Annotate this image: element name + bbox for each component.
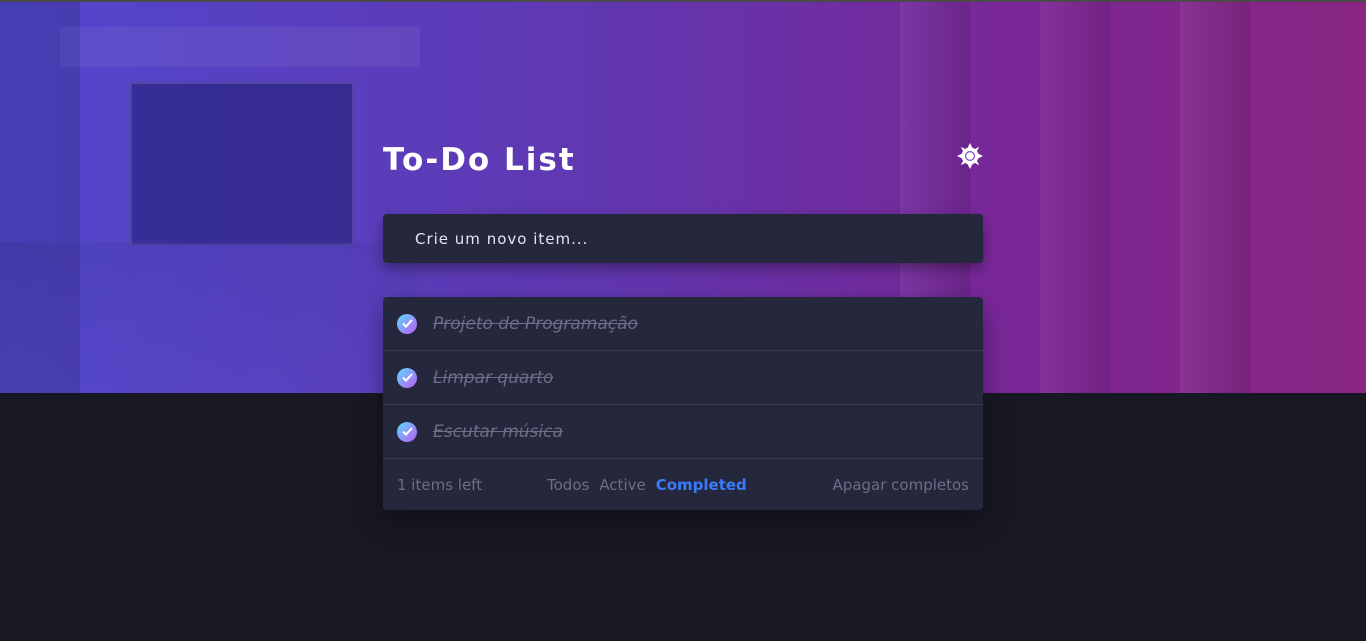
todo-checkbox[interactable] [397,421,417,442]
new-item-input[interactable] [413,228,937,249]
todo-checkbox[interactable] [397,313,417,334]
theme-toggle-button[interactable] [957,143,983,169]
todo-text: Limpar quarto [433,367,554,388]
clear-completed-button[interactable]: Apagar completos [833,476,969,494]
background-beam [60,27,420,67]
filter-group: Todos Active Completed [547,476,747,494]
check-icon [401,373,413,382]
sun-icon [957,143,983,169]
filter-completed[interactable]: Completed [656,476,747,494]
todo-item[interactable]: Projeto de Programação [383,297,983,351]
check-icon [401,427,413,436]
todo-item[interactable]: Escutar música [383,405,983,459]
todo-item[interactable]: Limpar quarto [383,351,983,405]
background-pillar [1040,2,1110,393]
check-icon [401,319,413,328]
page-title: To-Do List [383,142,576,178]
list-footer: 1 items left Todos Active Completed Apag… [383,459,983,510]
todo-text: Escutar música [433,421,563,442]
items-left-count: 1 items left [397,475,483,494]
background-shade [0,2,80,393]
background-doorway [130,82,354,246]
todo-list: Projeto de Programação Limpar quarto Esc… [383,297,983,510]
background-pillar [1180,2,1250,393]
todo-text: Projeto de Programação [433,313,638,334]
filter-all[interactable]: Todos [547,476,589,494]
new-item-box [383,214,983,263]
filter-active[interactable]: Active [599,476,645,494]
todo-checkbox[interactable] [397,367,417,388]
